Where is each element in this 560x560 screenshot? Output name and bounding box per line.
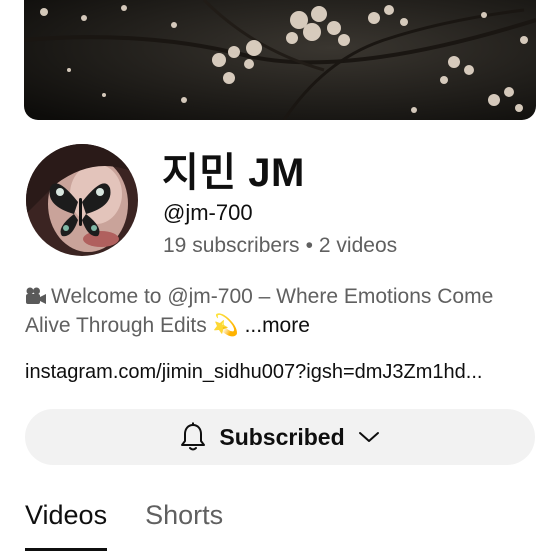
subscribed-label: Subscribed (219, 423, 345, 450)
sparkle-emoji: 💫 (212, 314, 239, 337)
channel-external-link[interactable]: instagram.com/jimin_sidhu007?igsh=dmJ3Zm… (25, 361, 537, 384)
channel-avatar[interactable] (26, 144, 138, 256)
chevron-down-icon (357, 429, 381, 445)
tab-videos[interactable]: Videos (25, 496, 108, 560)
more-link[interactable]: ...more (245, 314, 310, 337)
meta-separator: • (305, 234, 313, 257)
subscriber-count: 19 subscribers (163, 234, 300, 257)
subscribed-button[interactable]: Subscribed (25, 409, 535, 465)
tab-shorts[interactable]: Shorts (145, 496, 223, 560)
movie-camera-icon (25, 282, 51, 311)
channel-name: 지민 JM (162, 151, 305, 195)
video-count: 2 videos (318, 234, 398, 257)
channel-handle: @jm-700 (163, 200, 253, 225)
channel-banner (24, 0, 536, 120)
bell-icon (179, 422, 207, 452)
channel-tabs: Videos Shorts (25, 496, 223, 560)
channel-meta: 19 subscribers • 2 videos (163, 234, 397, 258)
channel-page: 지민 JM @jm-700 19 subscribers • 2 videos We… (0, 0, 560, 560)
channel-description[interactable]: Welcome to @jm-700 – Where Emotions Come… (25, 282, 535, 340)
